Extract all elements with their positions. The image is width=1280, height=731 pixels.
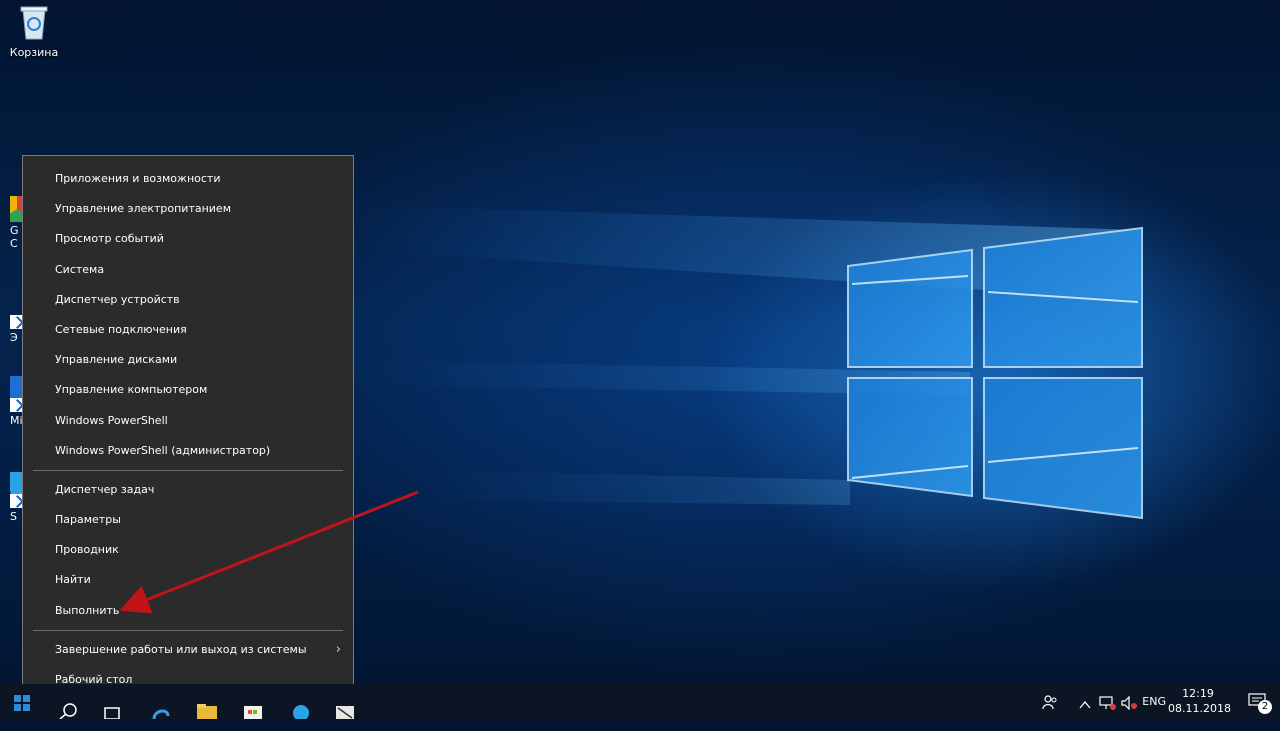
people-icon[interactable] — [1042, 694, 1058, 729]
annotation-arrow — [119, 490, 419, 614]
search-icon[interactable] — [58, 702, 80, 720]
skype-taskbar-icon[interactable] — [290, 702, 312, 721]
language-indicator[interactable]: ENG — [1142, 684, 1166, 719]
taskbar: ENG 12:19 08.11.2018 2 — [0, 684, 1280, 721]
chevron-up-icon[interactable] — [1078, 696, 1092, 731]
store-icon[interactable] — [242, 702, 264, 719]
clock[interactable]: 12:19 08.11.2018 — [1168, 686, 1231, 721]
notification-count-badge: 2 — [1258, 700, 1272, 714]
edge-icon[interactable] — [150, 702, 172, 720]
task-view-icon[interactable] — [102, 702, 124, 720]
clock-time: 12:19 — [1182, 687, 1214, 700]
file-explorer-icon[interactable] — [196, 702, 218, 719]
volume-muted-icon[interactable] — [1120, 695, 1138, 730]
app-taskbar-icon[interactable] — [334, 702, 356, 719]
network-icon[interactable] — [1098, 695, 1116, 730]
windows-start-icon[interactable] — [14, 695, 30, 711]
clock-date: 08.11.2018 — [1168, 702, 1231, 715]
